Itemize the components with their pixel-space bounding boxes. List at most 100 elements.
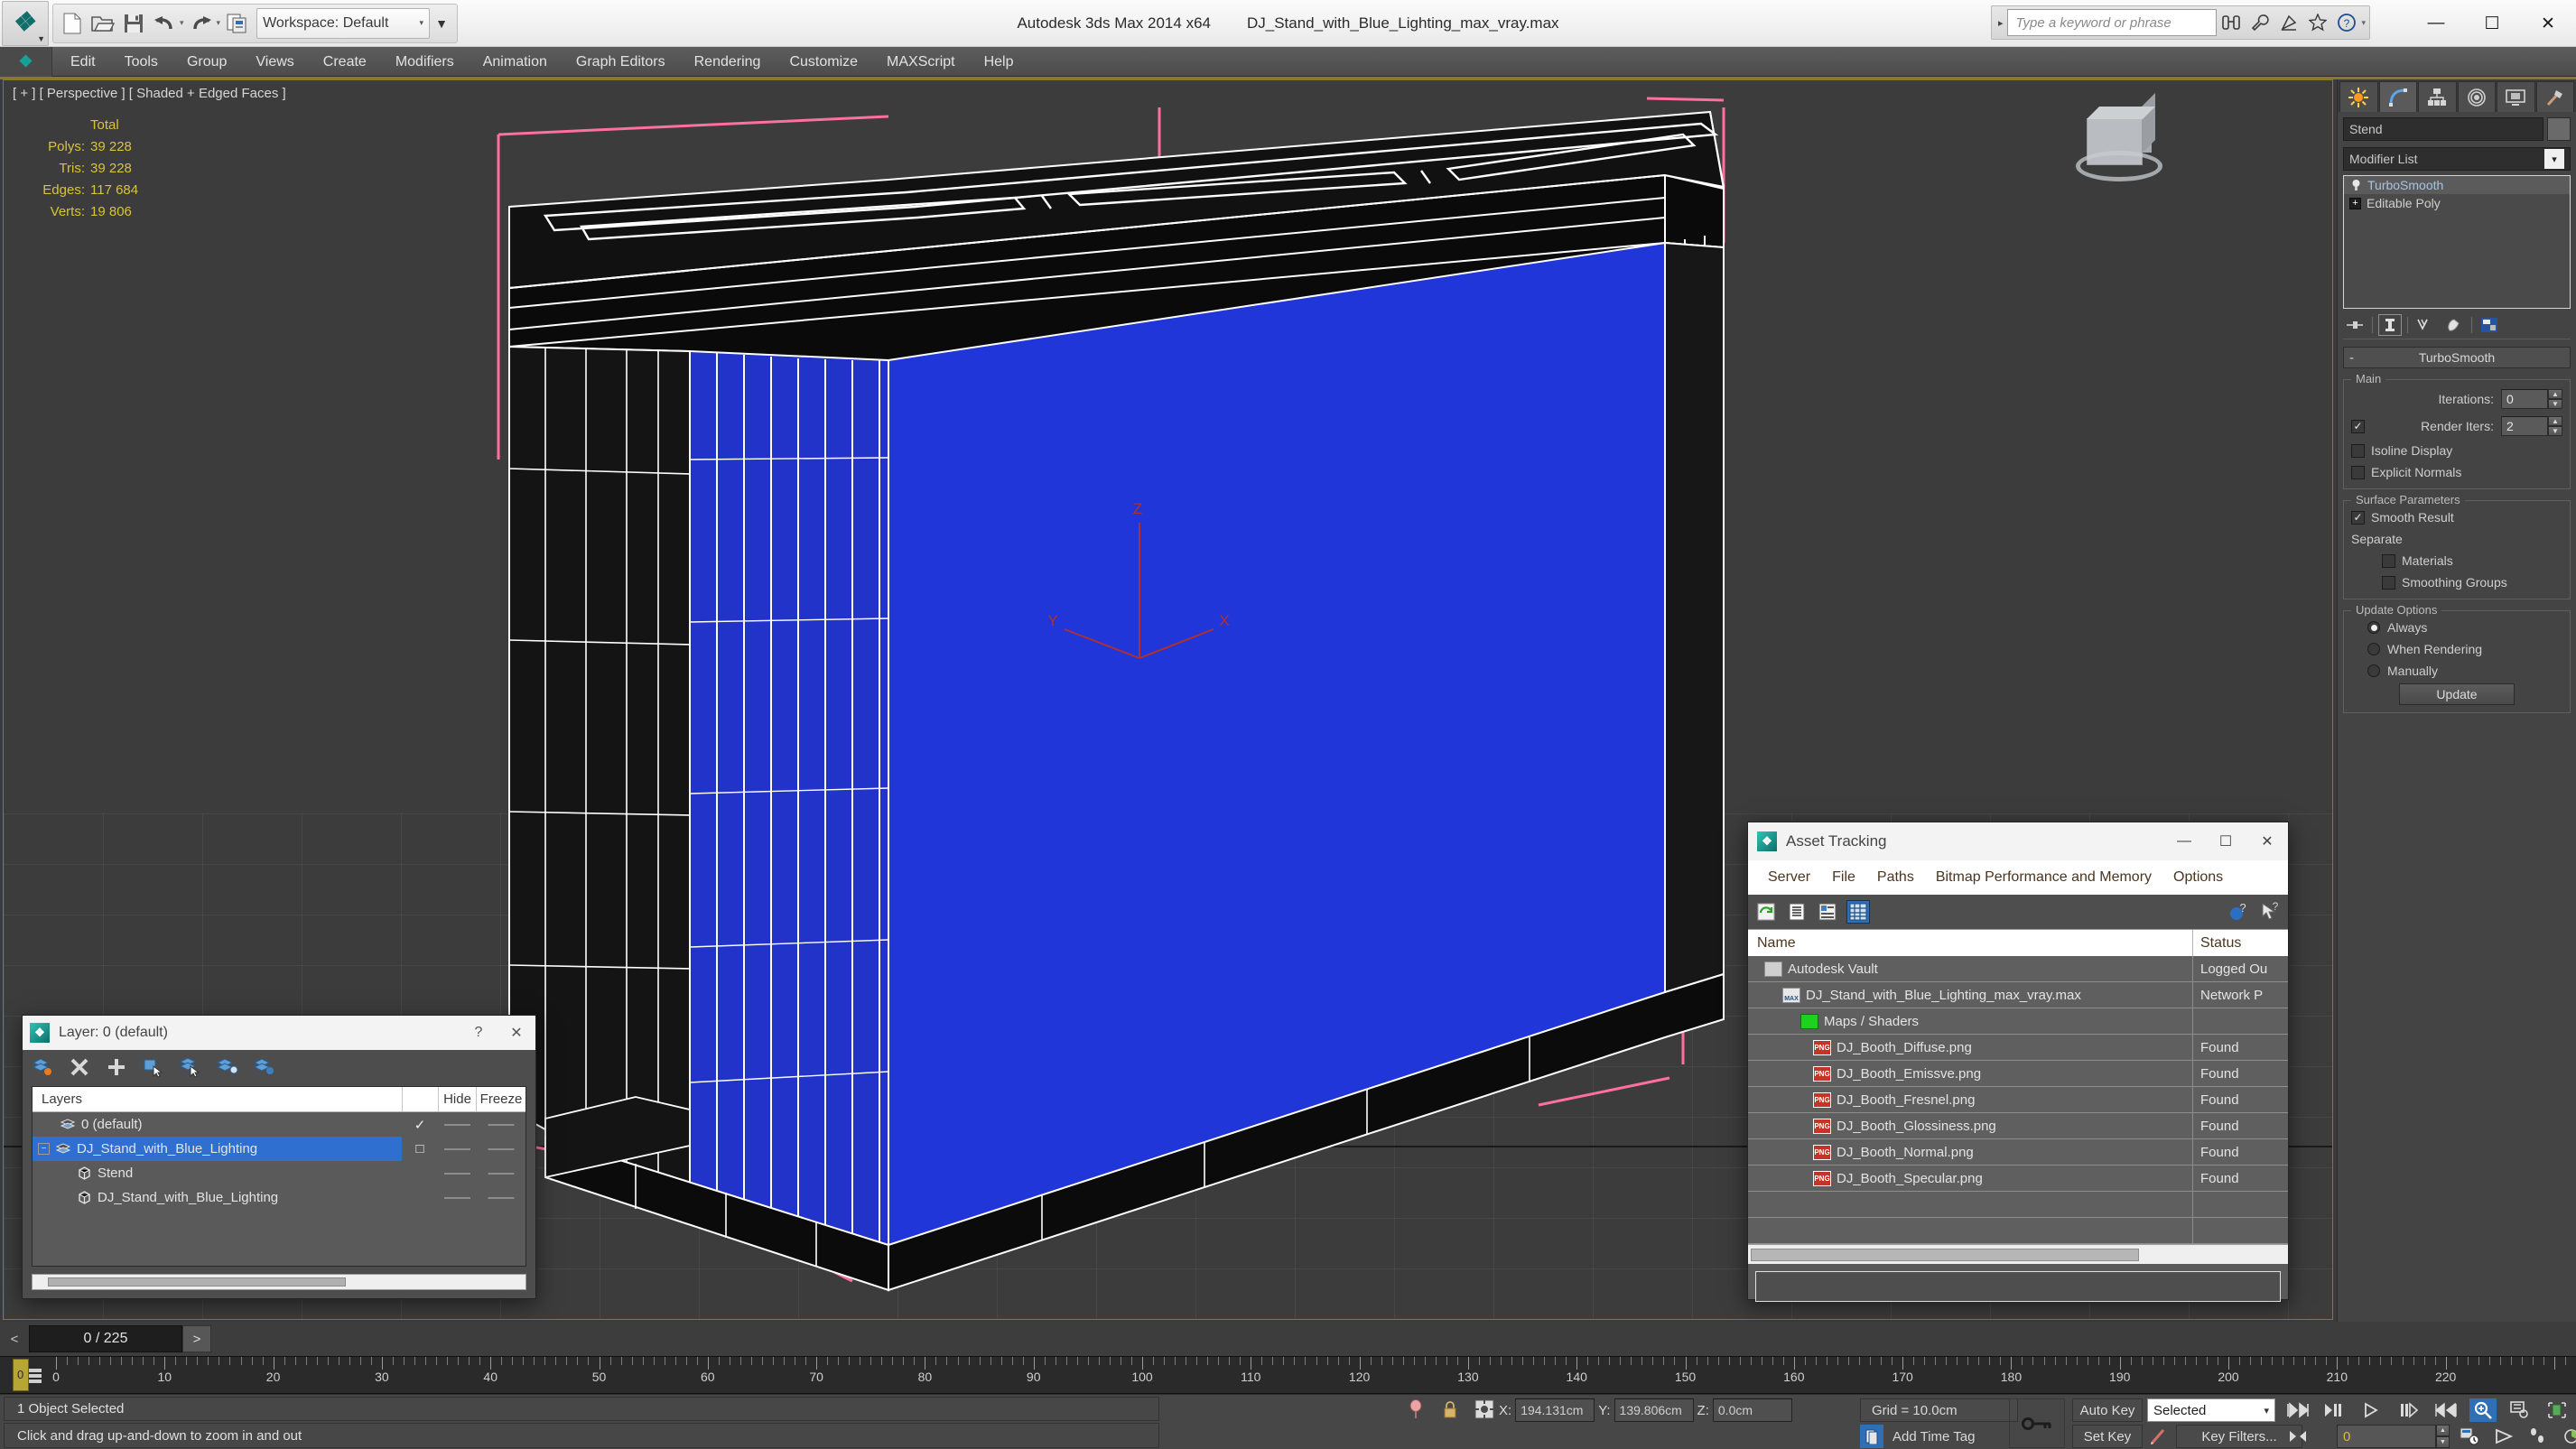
asset-tracking-minimize-button[interactable]: — <box>2163 822 2205 860</box>
iterations-value[interactable]: 0 <box>2501 389 2548 409</box>
modifier-list-dropdown[interactable]: Modifier List ▾ <box>2343 147 2571 171</box>
coord-x-field[interactable]: 194.131cm <box>1515 1398 1595 1422</box>
render-iters-spinner[interactable]: 2 ▲▼ <box>2501 416 2562 436</box>
layer-dialog-close-button[interactable]: ✕ <box>498 1016 535 1050</box>
asset-tracking-horizontal-scrollbar[interactable] <box>1748 1244 2288 1264</box>
separate-materials-row[interactable]: Materials <box>2351 553 2562 568</box>
menu-item-rendering[interactable]: Rendering <box>680 47 776 77</box>
goto-end-icon[interactable] <box>2432 1398 2460 1422</box>
walkthrough-icon[interactable] <box>2525 1425 2552 1448</box>
configure-modifier-sets-icon[interactable] <box>2478 314 2501 336</box>
layer-dialog-title-bar[interactable]: ❖ Layer: 0 (default) ? ✕ <box>23 1016 535 1050</box>
scrollbar-thumb[interactable] <box>48 1277 346 1286</box>
smooth-result-checkbox[interactable]: ✓ <box>2351 511 2365 525</box>
display-tab[interactable] <box>2497 81 2535 112</box>
modifier-stack[interactable]: TurboSmooth + Editable Poly <box>2343 175 2571 309</box>
separate-smoothing-groups-row[interactable]: Smoothing Groups <box>2351 575 2562 590</box>
render-iters-spin-buttons[interactable]: ▲▼ <box>2548 416 2562 436</box>
menu-item-help[interactable]: Help <box>970 47 1028 77</box>
select-highlighted-layer-icon[interactable] <box>180 1056 201 1078</box>
frame-counter-field[interactable]: 0 / 225 <box>29 1325 182 1352</box>
add-time-tag-group[interactable]: Add Time Tag <box>1860 1425 1975 1448</box>
update-always-row[interactable]: Always <box>2351 620 2562 635</box>
time-tag-icon[interactable] <box>1860 1425 1883 1448</box>
menu-item-views[interactable]: Views <box>241 47 308 77</box>
time-configuration-icon[interactable] <box>2456 1425 2483 1448</box>
show-end-result-icon[interactable] <box>2378 314 2402 336</box>
remove-modifier-icon[interactable] <box>2442 314 2466 336</box>
menu-item-graph-editors[interactable]: Graph Editors <box>562 47 680 77</box>
spin-up-icon[interactable]: ▲ <box>2548 389 2562 399</box>
layer-hide-toggle[interactable]: —— <box>438 1166 476 1181</box>
column-header-freeze[interactable]: Freeze <box>476 1087 525 1111</box>
layer-freeze-toggle[interactable]: —— <box>476 1166 525 1181</box>
zoom-region-icon[interactable] <box>2506 1398 2534 1422</box>
search-input[interactable]: Type a keyword or phrase <box>2007 9 2217 36</box>
at-menu-server[interactable]: Server <box>1757 860 1821 895</box>
workspace-selector[interactable]: Workspace: Default ▾ <box>256 8 430 39</box>
layer-properties-icon[interactable] <box>254 1056 275 1078</box>
favorites-star-icon[interactable] <box>2303 8 2332 37</box>
column-header-status[interactable]: Status <box>2193 930 2288 956</box>
pan-view-icon[interactable] <box>2543 1398 2571 1422</box>
play-animation-icon[interactable] <box>2358 1398 2385 1422</box>
layer-dialog-help-button[interactable]: ? <box>460 1016 498 1050</box>
explicit-normals-row[interactable]: Explicit Normals <box>2351 465 2562 479</box>
expand-plus-icon[interactable]: + <box>2349 198 2361 209</box>
new-file-icon[interactable] <box>57 7 88 40</box>
zoom-extents-icon[interactable] <box>2469 1398 2497 1422</box>
menu-item-group[interactable]: Group <box>172 47 241 77</box>
previous-frame-icon[interactable] <box>2321 1398 2348 1422</box>
menu-item-maxscript[interactable]: MAXScript <box>872 47 970 77</box>
iterations-spinner[interactable]: 0 ▲▼ <box>2501 389 2562 409</box>
object-color-swatch[interactable] <box>2547 117 2571 141</box>
list-item[interactable]: − DJ_Stand_with_Blue_Lighting □ —— —— <box>33 1137 525 1161</box>
open-file-icon[interactable] <box>88 7 118 40</box>
at-menu-options[interactable]: Options <box>2162 860 2234 895</box>
explicit-normals-checkbox[interactable] <box>2351 466 2365 479</box>
layer-freeze-toggle[interactable]: —— <box>476 1117 525 1132</box>
spin-up-icon[interactable]: ▲ <box>2548 416 2562 426</box>
iterations-spin-buttons[interactable]: ▲▼ <box>2548 389 2562 409</box>
help-dropdown-icon[interactable]: ▾ <box>2361 18 2367 28</box>
spin-down-icon[interactable]: ▼ <box>2548 399 2562 409</box>
column-header-name[interactable]: Name <box>1748 930 2193 956</box>
update-always-radio[interactable] <box>2367 621 2380 634</box>
key-filters-button[interactable]: Key Filters... <box>2176 1425 2302 1448</box>
isoline-display-checkbox[interactable] <box>2351 444 2365 458</box>
motion-tab[interactable] <box>2458 81 2497 112</box>
field-of-view-icon[interactable] <box>2559 1425 2576 1448</box>
table-row[interactable]: PNG DJ_Booth_Normal.png Found <box>1748 1139 2288 1166</box>
asset-tracking-dialog[interactable]: ❖ Asset Tracking — ☐ ✕ Server File Paths… <box>1747 822 2289 1300</box>
table-row[interactable]: MAX DJ_Stand_with_Blue_Lighting_max_vray… <box>1748 982 2288 1008</box>
update-when-rendering-row[interactable]: When Rendering <box>2351 642 2562 656</box>
save-file-icon[interactable] <box>118 7 149 40</box>
table-row[interactable]: PNG DJ_Booth_Glossiness.png Found <box>1748 1113 2288 1139</box>
help-question-icon[interactable]: ? <box>2332 8 2361 37</box>
turbosmooth-rollout-header[interactable]: - TurboSmooth <box>2343 347 2571 368</box>
table-row[interactable]: PNG DJ_Booth_Specular.png Found <box>1748 1166 2288 1192</box>
selection-lock-icon[interactable] <box>1439 1398 1461 1420</box>
redo-icon[interactable] <box>186 7 217 40</box>
list-view-icon[interactable] <box>1786 901 1808 923</box>
modifier-stack-item-turbosmooth[interactable]: TurboSmooth <box>2344 176 2570 194</box>
key-mode-button[interactable] <box>2009 1398 2065 1448</box>
set-key-pen-icon[interactable] <box>2147 1425 2171 1448</box>
wrench-icon[interactable] <box>2246 8 2274 37</box>
layer-list[interactable]: Layers Hide Freeze 0 (default) ✓ —— —— <box>32 1086 526 1267</box>
smooth-result-row[interactable]: ✓ Smooth Result <box>2351 510 2562 525</box>
menu-item-tools[interactable]: Tools <box>110 47 172 77</box>
current-frame-spinner[interactable]: ▲▼ <box>2436 1425 2450 1448</box>
app-menu-slot[interactable]: ❖ <box>0 47 52 77</box>
create-new-layer-icon[interactable] <box>32 1056 53 1078</box>
layer-dialog-horizontal-scrollbar[interactable] <box>32 1274 526 1290</box>
object-name-field[interactable]: Stend <box>2343 117 2543 141</box>
at-menu-paths[interactable]: Paths <box>1866 860 1925 895</box>
menu-item-modifiers[interactable]: Modifiers <box>381 47 469 77</box>
layer-freeze-toggle[interactable]: —— <box>476 1141 525 1156</box>
column-header-layers[interactable]: Layers <box>33 1087 402 1111</box>
table-row[interactable]: Maps / Shaders <box>1748 1008 2288 1035</box>
utilities-tab[interactable] <box>2536 81 2575 112</box>
update-button[interactable]: Update <box>2399 683 2515 705</box>
grid-view-icon[interactable] <box>1847 901 1869 923</box>
